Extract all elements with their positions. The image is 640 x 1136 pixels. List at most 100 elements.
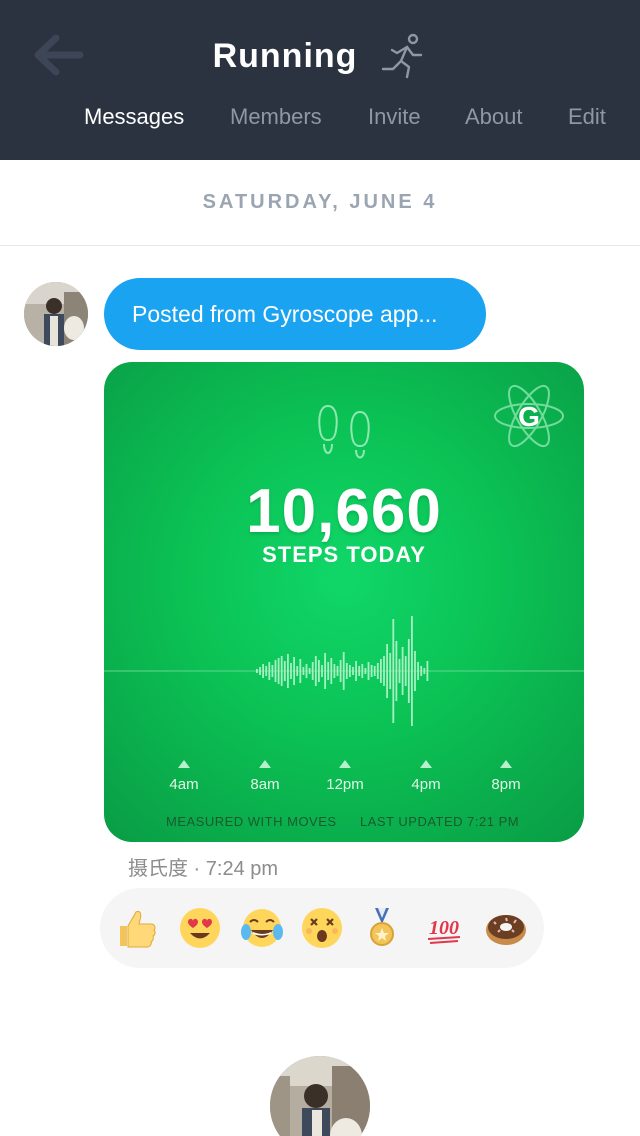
waveform-bar: [283, 661, 286, 681]
waveform-bar: [386, 644, 388, 698]
sender-avatar[interactable]: [24, 282, 88, 346]
waveform-bar: [271, 665, 274, 677]
tab-edit[interactable]: Edit: [568, 104, 606, 130]
tick-marker: [259, 760, 271, 768]
waveform-bar: [420, 666, 423, 676]
time-label-12pm: 12pm: [326, 776, 364, 793]
waveform-bar: [268, 662, 271, 680]
hundred-text: 100: [429, 917, 459, 939]
waveform-bar: [398, 659, 401, 683]
tick-marker: [500, 760, 512, 768]
time-label-4pm: 4pm: [411, 776, 441, 793]
steps-card[interactable]: G 10,660 STEPS TODAY 4am 8am 12pm 4pm 8p…: [104, 362, 584, 842]
reaction-astonished[interactable]: [296, 902, 348, 954]
waveform-bar: [290, 663, 292, 679]
date-label: SATURDAY, JUNE 4: [202, 191, 438, 213]
waveform-bar: [355, 661, 357, 681]
waveform-bar: [296, 666, 299, 676]
reaction-heart-eyes[interactable]: [174, 902, 226, 954]
waveform-bar: [321, 665, 323, 677]
waveform-bar: [367, 662, 370, 680]
waveform-bar: [426, 661, 429, 681]
waveform-bar: [333, 664, 336, 678]
tears-of-joy-icon: [241, 909, 283, 947]
astonished-face-icon: [302, 908, 342, 948]
waveform-bar: [349, 665, 351, 677]
waveform-bar: [262, 664, 264, 678]
tick-marker: [178, 760, 190, 768]
waveform-bar: [293, 657, 295, 685]
waveform-bar: [280, 656, 283, 686]
hundred-points-icon: 100: [427, 917, 461, 944]
message-bubble[interactable]: Posted from Gyroscope app...: [104, 278, 486, 350]
waveform-bar: [327, 662, 330, 680]
waveform-bar: [287, 654, 289, 688]
waveform-bar: [352, 667, 354, 675]
waveform-bar: [364, 668, 367, 674]
tab-invite[interactable]: Invite: [368, 104, 421, 130]
waveform-bar: [302, 667, 305, 675]
waveform-bar: [411, 616, 413, 726]
member-avatar[interactable]: [270, 1056, 370, 1136]
waveform-bar: [342, 652, 345, 690]
footprints-icon: [318, 404, 370, 459]
runner-icon: [382, 33, 423, 79]
message-meta: 摄氏度 · 7:24 pm: [128, 858, 279, 880]
waveform-bar: [259, 667, 261, 675]
doughnut-icon: [486, 915, 526, 945]
waveform-bar: [324, 653, 326, 689]
waveform-bar: [361, 664, 364, 678]
reaction-doughnut[interactable]: [480, 902, 532, 954]
waveform-bar: [389, 653, 392, 689]
waveform-bar: [414, 651, 416, 691]
tab-bar: Messages Members Invite About Edit: [0, 96, 640, 140]
steps-label: STEPS TODAY: [262, 542, 426, 567]
reaction-medal[interactable]: [356, 902, 408, 954]
tab-members[interactable]: Members: [230, 104, 322, 130]
waveform-bar: [370, 665, 373, 677]
reaction-thumbs-up[interactable]: [110, 902, 162, 954]
waveform-bar: [256, 669, 258, 673]
waveform-bar: [383, 656, 385, 686]
last-updated-text: LAST UPDATED 7:21 PM: [360, 814, 520, 829]
tick-marker: [420, 760, 432, 768]
activity-waveform: [104, 616, 584, 726]
date-separator: SATURDAY, JUNE 4: [0, 160, 640, 246]
waveform-bar: [339, 660, 342, 682]
title-group: Running: [0, 28, 640, 84]
waveform-bar: [373, 666, 376, 676]
waveform-bar: [395, 641, 398, 701]
time-label-8am: 8am: [250, 776, 280, 793]
avatar-photo: [24, 282, 88, 346]
time-label-8pm: 8pm: [491, 776, 521, 793]
waveform-bar: [376, 663, 379, 679]
waveform-bar: [318, 660, 320, 682]
time-label-4am: 4am: [169, 776, 199, 793]
waveform-bar: [401, 647, 404, 695]
waveform-bar: [392, 619, 395, 723]
waveform-bar: [417, 662, 419, 680]
waveform-bar: [345, 663, 348, 679]
waveform-bar: [305, 664, 308, 678]
sports-medal-icon: [370, 908, 394, 946]
waveform-bar: [277, 658, 280, 684]
reaction-tears-of-joy[interactable]: [236, 902, 288, 954]
tab-messages[interactable]: Messages: [84, 104, 184, 130]
waveform-bar: [423, 668, 426, 674]
tab-about[interactable]: About: [465, 104, 523, 130]
waveform-bar: [404, 656, 407, 686]
waveform-bar: [380, 659, 382, 683]
avatar-photo: [270, 1056, 370, 1136]
waveform-bar: [314, 656, 317, 686]
tick-marker: [339, 760, 351, 768]
waveform-bar: [265, 666, 268, 676]
page-title: Running: [212, 36, 358, 75]
reaction-bar: 100: [100, 888, 544, 968]
reaction-hundred[interactable]: 100: [418, 902, 470, 954]
waveform-bar: [311, 662, 314, 680]
measured-with-text: MEASURED WITH MOVES: [166, 814, 337, 829]
heart-eyes-icon: [180, 908, 220, 948]
waveform-bar: [407, 639, 410, 703]
waveform-bar: [358, 666, 361, 676]
steps-count: 10,660: [246, 477, 442, 546]
